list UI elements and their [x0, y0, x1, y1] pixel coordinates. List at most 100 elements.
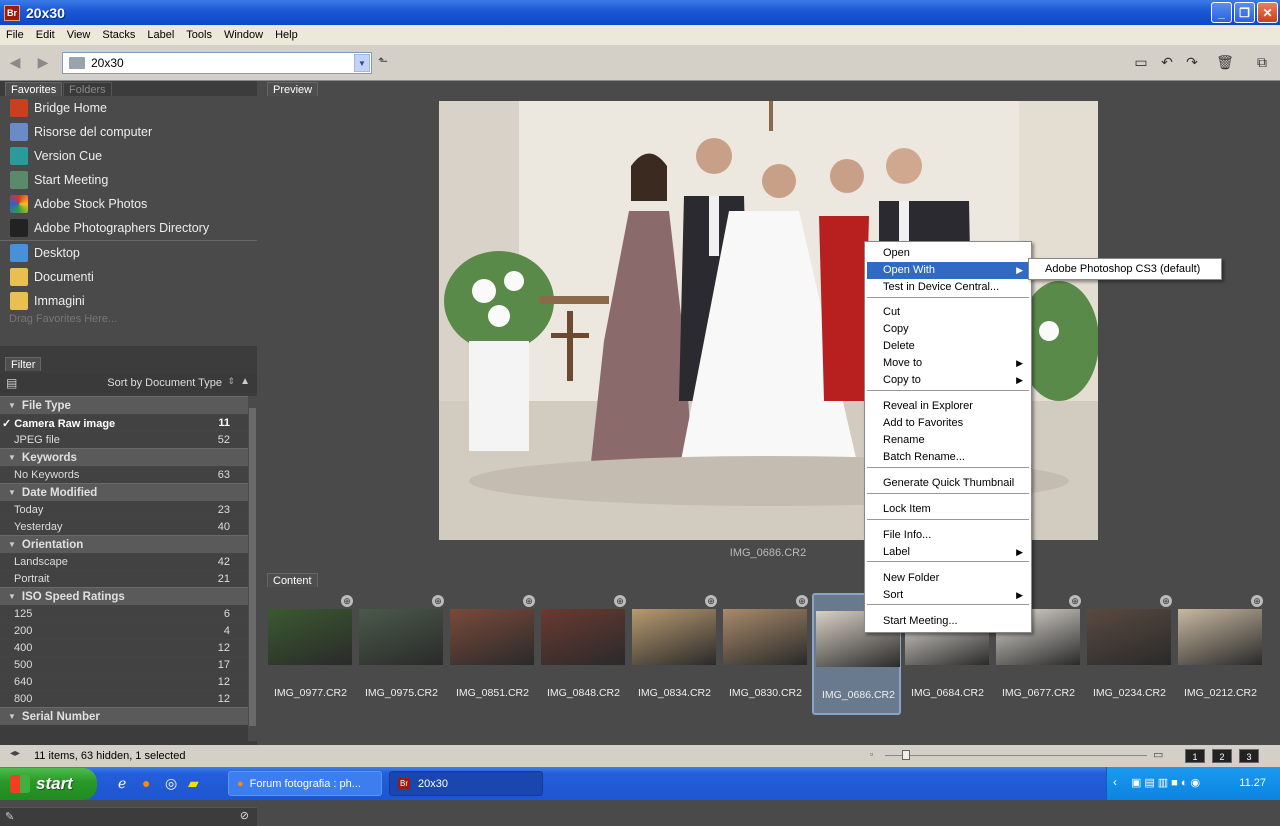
large-thumb-icon[interactable]: ▭ — [1153, 748, 1163, 761]
filter-category[interactable]: ▼ Serial Number — [0, 707, 248, 725]
context-menu-item[interactable]: Copy — [867, 321, 1029, 338]
stack-icon[interactable]: ⊕ — [1069, 595, 1081, 607]
favorite-start-meeting[interactable]: Start Meeting — [0, 168, 257, 192]
tab-folders[interactable]: Folders — [63, 82, 112, 96]
favorite-photographers-directory[interactable]: Adobe Photographers Directory — [0, 216, 257, 240]
context-menu-item[interactable]: Batch Rename... — [867, 449, 1029, 466]
minimize-button[interactable]: _ — [1211, 2, 1232, 23]
thumbnail-size-slider[interactable] — [885, 755, 1147, 756]
filter-row[interactable]: Portrait 21 — [0, 570, 248, 587]
expand-triangle-icon[interactable]: ▼ — [8, 453, 16, 462]
expand-triangle-icon[interactable]: ▼ — [8, 592, 16, 601]
context-menu-item[interactable]: Test in Device Central... — [867, 279, 1029, 296]
stack-icon[interactable]: ⊕ — [523, 595, 535, 607]
small-thumb-icon[interactable]: ▫ — [870, 749, 873, 759]
thumbnail-item[interactable]: ⊕ IMG_0834.CR2 — [630, 593, 719, 715]
context-menu-item[interactable]: Open With ▶ — [867, 262, 1029, 279]
sort-dropdown[interactable]: Sort by Document Type — [107, 377, 222, 389]
filter-row[interactable]: Yesterday 40 — [0, 518, 248, 535]
tab-favorites[interactable]: Favorites — [5, 82, 63, 96]
trash-icon[interactable]: 🗑 — [1216, 54, 1234, 72]
favorite-desktop[interactable]: Desktop — [0, 241, 257, 265]
menu-view[interactable]: View — [61, 29, 97, 41]
taskbar-firefox-window[interactable]: ● Forum fotografia : ph... — [228, 771, 382, 796]
expand-triangle-icon[interactable]: ▼ — [8, 401, 16, 410]
stack-icon[interactable]: ⊕ — [432, 595, 444, 607]
thumbnail-item[interactable]: ⊕ IMG_0848.CR2 — [539, 593, 628, 715]
filter-row[interactable]: ✓ Camera Raw image 11 — [0, 414, 248, 431]
filter-category[interactable]: ▼ Keywords — [0, 448, 248, 466]
context-menu-item[interactable]: Start Meeting... — [867, 613, 1029, 630]
view-mode-3-button[interactable]: 3 — [1239, 749, 1259, 763]
context-menu-item[interactable]: New Folder — [867, 570, 1029, 587]
favorite-immagini[interactable]: Immagini — [0, 289, 257, 313]
context-menu-item[interactable]: File Info... — [867, 527, 1029, 544]
context-menu-item[interactable]: Open — [867, 245, 1029, 262]
context-menu-item[interactable]: Sort ▶ — [867, 587, 1029, 604]
sort-order-icon[interactable]: ⇕ — [227, 376, 235, 387]
context-menu-item[interactable]: Add to Favorites — [867, 415, 1029, 432]
context-menu-item[interactable]: Rename — [867, 432, 1029, 449]
filter-category[interactable]: ▼ Orientation — [0, 535, 248, 553]
expand-triangle-icon[interactable]: ▼ — [8, 540, 16, 549]
thumbnail-item[interactable]: ⊕ IMG_0212.CR2 — [1176, 593, 1265, 715]
rotate-left-icon[interactable]: ↶ — [1158, 54, 1176, 72]
filter-row[interactable]: 800 12 — [0, 690, 248, 707]
start-button[interactable]: start — [0, 768, 97, 800]
back-arrow-icon[interactable]: ◀ — [6, 54, 24, 72]
thumbnail-item[interactable]: ⊕ IMG_0977.CR2 — [266, 593, 355, 715]
clear-filter-icon[interactable]: ⊘ — [240, 809, 249, 822]
filter-row[interactable]: 500 17 — [0, 656, 248, 673]
menu-help[interactable]: Help — [269, 29, 304, 41]
context-menu-item[interactable]: Label ▶ — [867, 544, 1029, 561]
view-mode-2-button[interactable]: 2 — [1212, 749, 1232, 763]
menu-label[interactable]: Label — [141, 29, 180, 41]
tab-preview[interactable]: Preview — [267, 82, 319, 96]
maximize-button[interactable]: ❐ — [1234, 2, 1255, 23]
taskbar-bridge-window[interactable]: Br 20x30 — [389, 771, 543, 796]
stack-icon[interactable]: ⊕ — [705, 595, 717, 607]
stack-icon[interactable]: ⊕ — [796, 595, 808, 607]
expand-triangle-icon[interactable]: ▼ — [8, 712, 16, 721]
filter-row[interactable]: 200 4 — [0, 622, 248, 639]
filter-row[interactable]: JPEG file 52 — [0, 431, 248, 448]
context-menu-item[interactable]: Cut — [867, 304, 1029, 321]
show-desktop-icon[interactable]: ▰ — [188, 775, 199, 792]
menu-tools[interactable]: Tools — [180, 29, 218, 41]
context-menu-item[interactable]: Generate Quick Thumbnail — [867, 475, 1029, 492]
menu-edit[interactable]: Edit — [30, 29, 61, 41]
firefox-quicklaunch-icon[interactable]: ● — [142, 775, 150, 791]
expand-triangle-icon[interactable]: ▼ — [8, 488, 16, 497]
panel-toggle-icon[interactable]: ◂▸ — [10, 748, 20, 759]
tray-icons[interactable]: ▣▤▥■◐◉ — [1131, 776, 1203, 789]
filter-row[interactable]: Today 23 — [0, 501, 248, 518]
menu-stacks[interactable]: Stacks — [96, 29, 141, 41]
thumbnail-item[interactable]: ⊕ IMG_0851.CR2 — [448, 593, 537, 715]
filter-row[interactable]: Landscape 42 — [0, 553, 248, 570]
pin-icon[interactable]: ✎ — [5, 810, 14, 823]
stack-icon[interactable]: ⊕ — [1160, 595, 1172, 607]
filter-row[interactable]: 640 12 — [0, 673, 248, 690]
filter-category[interactable]: ▼ Date Modified — [0, 483, 248, 501]
menu-file[interactable]: File — [0, 29, 30, 41]
thumbnail-item[interactable]: ⊕ IMG_0234.CR2 — [1085, 593, 1174, 715]
stack-icon[interactable]: ⊕ — [1251, 595, 1263, 607]
path-dropdown[interactable]: 20x30 ▼ — [62, 52, 372, 74]
tab-filter[interactable]: Filter — [5, 357, 42, 371]
context-menu-item[interactable]: Lock Item — [867, 501, 1029, 518]
close-button[interactable]: ✕ — [1257, 2, 1278, 23]
new-folder-icon[interactable]: ▭ — [1132, 54, 1150, 72]
tray-expand-icon[interactable]: ‹ — [1113, 775, 1117, 789]
filter-category[interactable]: ▼ File Type — [0, 396, 248, 414]
slider-handle[interactable] — [902, 750, 910, 760]
compact-mode-icon[interactable]: ⧉ — [1253, 54, 1271, 72]
filter-row[interactable]: No Keywords 63 — [0, 466, 248, 483]
filter-scrollbar[interactable] — [248, 396, 257, 741]
context-menu-item[interactable]: Copy to ▶ — [867, 372, 1029, 389]
menu-window[interactable]: Window — [218, 29, 269, 41]
context-menu-item[interactable]: Move to ▶ — [867, 355, 1029, 372]
context-menu-item[interactable]: Reveal in Explorer — [867, 398, 1029, 415]
favorite-computer[interactable]: Risorse del computer — [0, 120, 257, 144]
favorite-version-cue[interactable]: Version Cue — [0, 144, 257, 168]
stack-icon[interactable]: ⊕ — [614, 595, 626, 607]
